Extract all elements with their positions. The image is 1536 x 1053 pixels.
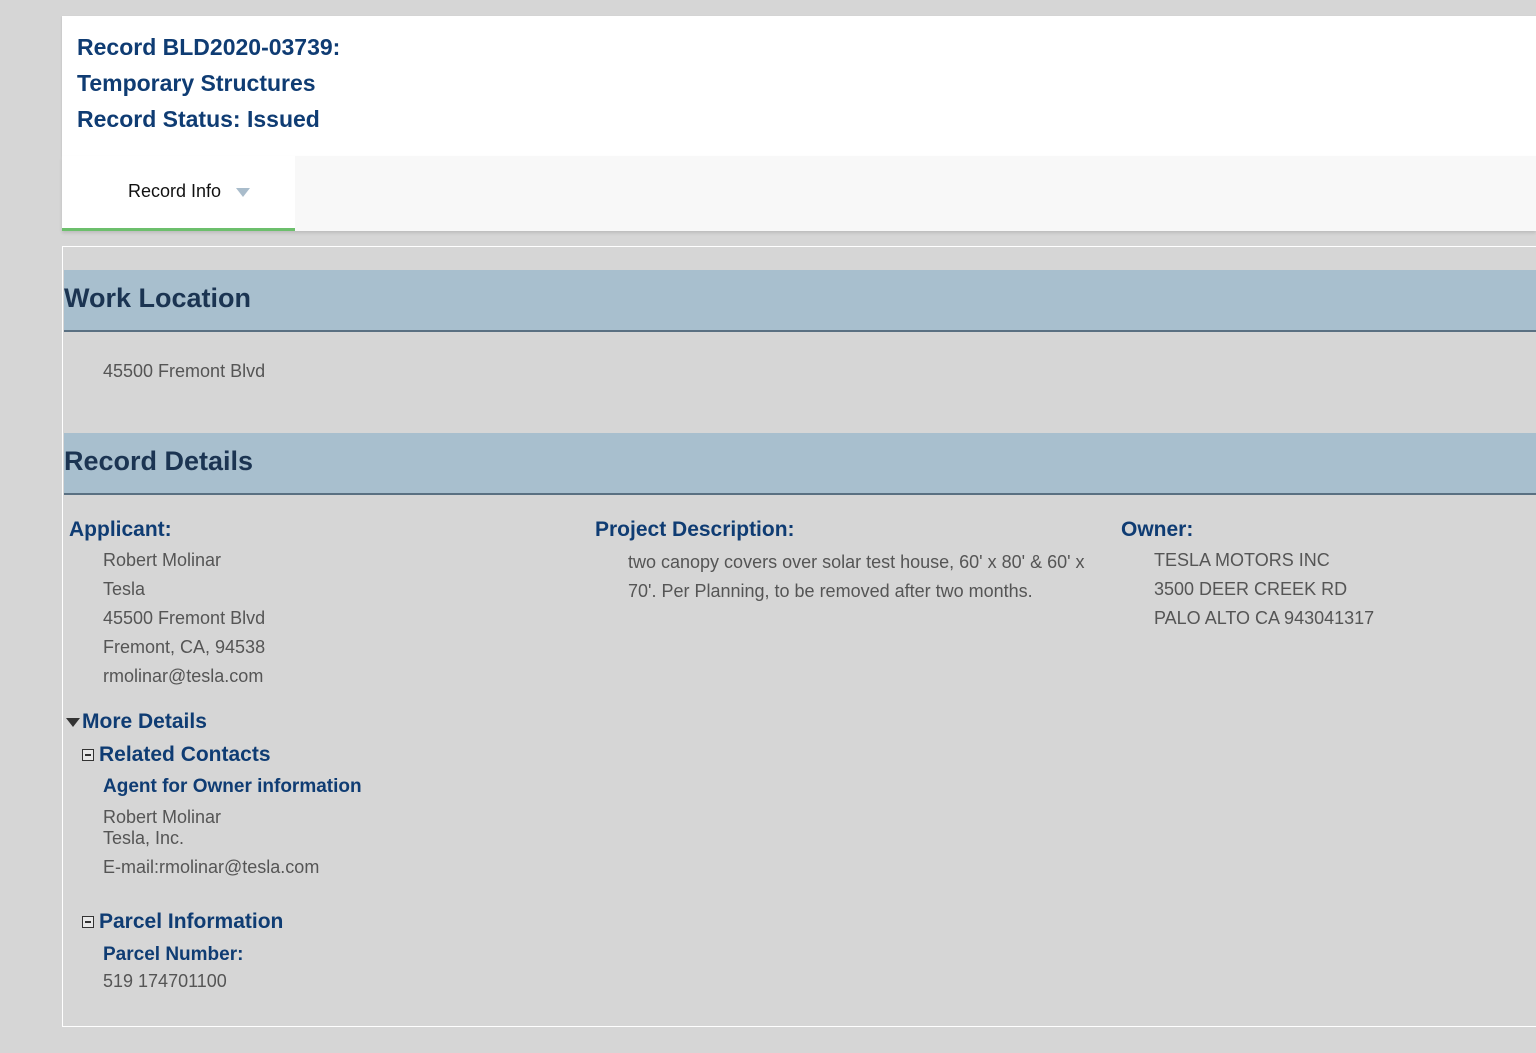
parcel-information-label: Parcel Information bbox=[99, 910, 284, 933]
project-description-label: Project Description: bbox=[595, 518, 795, 541]
applicant-city: Fremont, CA, 94538 bbox=[103, 637, 266, 657]
owner-label: Owner: bbox=[1121, 518, 1194, 541]
record-status: Record Status: Issued bbox=[77, 106, 320, 132]
applicant-company: Tesla bbox=[103, 579, 146, 599]
work-location-title: Work Location bbox=[64, 283, 252, 313]
applicant-name: Robert Molinar bbox=[103, 550, 222, 570]
record-type: Temporary Structures bbox=[77, 70, 316, 96]
parcel-number-value: 519 174701100 bbox=[103, 971, 227, 991]
more-details-toggle[interactable]: More Details bbox=[66, 710, 207, 734]
record-header: Record BLD2020-03739: Temporary Structur… bbox=[62, 16, 1536, 156]
owner-street: 3500 DEER CREEK RD bbox=[1154, 579, 1348, 599]
project-description-text: two canopy covers over solar test house,… bbox=[628, 552, 1085, 601]
parcel-number-label: Parcel Number: bbox=[103, 944, 244, 965]
tab-record-info[interactable]: Record Info bbox=[62, 156, 295, 231]
collapse-icon bbox=[82, 749, 94, 761]
parcel-information-toggle[interactable]: Parcel Information bbox=[82, 910, 283, 934]
applicant-email: rmolinar@tesla.com bbox=[103, 666, 264, 686]
record-details-title: Record Details bbox=[64, 446, 254, 476]
tab-record-info-label: Record Info bbox=[128, 181, 222, 201]
owner-name: TESLA MOTORS INC bbox=[1154, 550, 1330, 570]
agent-email: E-mail:rmolinar@tesla.com bbox=[103, 857, 320, 877]
chevron-down-icon[interactable] bbox=[236, 188, 250, 197]
more-details-label: More Details bbox=[82, 710, 207, 733]
related-contacts-label: Related Contacts bbox=[99, 743, 271, 766]
record-number: Record BLD2020-03739: bbox=[77, 34, 341, 60]
triangle-down-icon bbox=[66, 717, 80, 727]
agent-heading: Agent for Owner information bbox=[103, 776, 362, 797]
record-details-header: Record Details bbox=[64, 433, 1536, 495]
tab-bar: Record Info bbox=[62, 156, 1536, 231]
owner-city: PALO ALTO CA 943041317 bbox=[1154, 608, 1375, 628]
work-location-header: Work Location bbox=[64, 270, 1536, 332]
applicant-label: Applicant: bbox=[69, 518, 172, 541]
collapse-icon bbox=[82, 916, 94, 928]
applicant-street: 45500 Fremont Blvd bbox=[103, 608, 266, 628]
related-contacts-toggle[interactable]: Related Contacts bbox=[82, 743, 271, 767]
agent-name: Robert Molinar bbox=[103, 807, 222, 827]
work-location-address: 45500 Fremont Blvd bbox=[103, 361, 266, 381]
agent-company: Tesla, Inc. bbox=[103, 828, 185, 848]
